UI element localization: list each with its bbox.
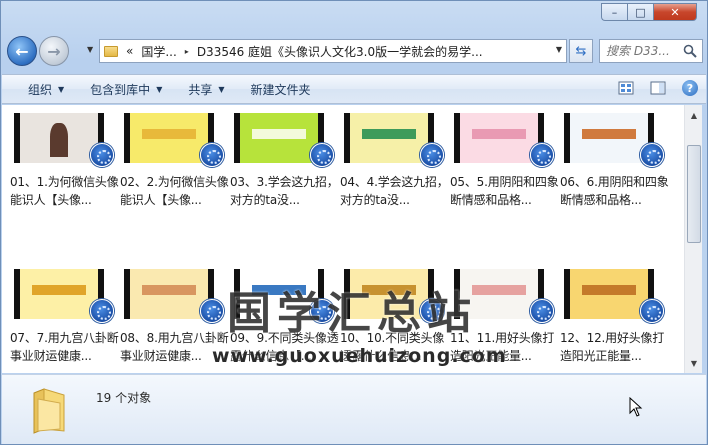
media-player-icon bbox=[310, 143, 334, 167]
file-name: 02、2.为何微信头像能识人【头像... bbox=[120, 175, 229, 207]
media-player-icon bbox=[90, 299, 114, 323]
include-library-label: 包含到库中 bbox=[90, 82, 151, 97]
file-name: 12、12.用好头像打造阳光正能量... bbox=[560, 331, 665, 363]
breadcrumb-item-current[interactable]: D33546 庭姐《头像识人文化3.0版一学就会的易学... bbox=[197, 43, 483, 60]
address-dropdown-icon[interactable]: ▼ bbox=[556, 45, 562, 54]
help-icon[interactable]: ? bbox=[682, 80, 698, 96]
vertical-scrollbar[interactable]: ▲ ▼ bbox=[684, 105, 702, 373]
search-input[interactable] bbox=[606, 44, 684, 58]
minimize-button[interactable]: – bbox=[601, 3, 627, 21]
explorer-window: – □ ✕ ← → ▼ « 国学... ▸ D33546 庭姐《头像识人文化3.… bbox=[0, 0, 708, 445]
media-player-icon bbox=[530, 143, 554, 167]
search-icon[interactable] bbox=[683, 44, 697, 58]
media-player-icon bbox=[640, 299, 664, 323]
file-name: 01、1.为何微信头像能识人【头像... bbox=[10, 175, 119, 207]
watermark-url: www.guoxuehuizong.com bbox=[212, 345, 507, 367]
chevron-down-icon: ▼ bbox=[58, 84, 65, 94]
file-name: 06、6.用阴阳和四象断情感和品格... bbox=[560, 175, 669, 207]
media-player-icon bbox=[200, 143, 224, 167]
folder-icon bbox=[104, 45, 118, 57]
details-pane: 19 个对象 bbox=[2, 374, 706, 444]
share-label: 共享 bbox=[188, 82, 213, 97]
view-controls: ? bbox=[602, 80, 698, 96]
folder-icon bbox=[33, 388, 65, 434]
file-name: 07、7.用九宫八卦断事业财运健康... bbox=[10, 331, 119, 363]
chevron-down-icon: ▼ bbox=[218, 84, 225, 94]
back-button[interactable]: ← bbox=[7, 36, 37, 66]
close-button[interactable]: ✕ bbox=[653, 3, 697, 21]
organize-menu[interactable]: 组织 ▼ bbox=[28, 81, 64, 98]
breadcrumb-item-parent[interactable]: 国学... bbox=[141, 43, 176, 60]
media-player-icon bbox=[200, 299, 224, 323]
scroll-up-button[interactable]: ▲ bbox=[686, 107, 702, 123]
change-view-icon[interactable] bbox=[618, 80, 634, 96]
forward-button[interactable]: → bbox=[39, 36, 69, 66]
new-folder-label: 新建文件夹 bbox=[250, 82, 311, 97]
share-menu[interactable]: 共享 ▼ bbox=[188, 81, 224, 98]
file-name: 04、4.学会这九招，对方的ta没... bbox=[340, 175, 449, 207]
scroll-thumb[interactable] bbox=[687, 145, 701, 243]
watermark-title: 国学汇总站 bbox=[227, 288, 477, 339]
file-name: 05、5.用阴阳和四象断情感和品格... bbox=[450, 175, 559, 207]
navigation-bar: ← → ▼ « 国学... ▸ D33546 庭姐《头像识人文化3.0版一学就会… bbox=[7, 35, 703, 66]
breadcrumb-separator[interactable]: ▸ bbox=[185, 47, 189, 56]
refresh-button[interactable]: ⇆ bbox=[569, 39, 593, 63]
file-name: 03、3.学会这九招，对方的ta没... bbox=[230, 175, 339, 207]
file-list: 01、1.为何微信头像能识人【头像... 02、2.为何微信头像能识人【头像...… bbox=[2, 105, 684, 373]
new-folder-button[interactable]: 新建文件夹 bbox=[251, 81, 311, 98]
media-player-icon bbox=[420, 143, 444, 167]
maximize-button[interactable]: □ bbox=[627, 3, 653, 21]
scroll-down-button[interactable]: ▼ bbox=[686, 355, 702, 371]
address-bar[interactable]: « 国学... ▸ D33546 庭姐《头像识人文化3.0版一学就会的易学...… bbox=[99, 39, 567, 63]
include-library-menu[interactable]: 包含到库中 ▼ bbox=[90, 81, 162, 98]
media-player-icon bbox=[640, 143, 664, 167]
mouse-cursor-icon bbox=[629, 397, 643, 417]
recent-pages-dropdown[interactable]: ▼ bbox=[87, 45, 93, 54]
item-count: 19 个对象 bbox=[96, 391, 152, 405]
preview-pane-icon[interactable] bbox=[650, 80, 666, 96]
media-player-icon bbox=[90, 143, 114, 167]
search-box[interactable] bbox=[599, 39, 703, 63]
command-bar: 组织 ▼ 包含到库中 ▼ 共享 ▼ 新建文件夹 ? bbox=[2, 74, 706, 104]
organize-label: 组织 bbox=[28, 82, 53, 97]
chevron-down-icon: ▼ bbox=[156, 84, 163, 94]
media-player-icon bbox=[530, 299, 554, 323]
breadcrumb-overflow[interactable]: « bbox=[126, 44, 133, 58]
caption-buttons: – □ ✕ bbox=[601, 3, 697, 21]
